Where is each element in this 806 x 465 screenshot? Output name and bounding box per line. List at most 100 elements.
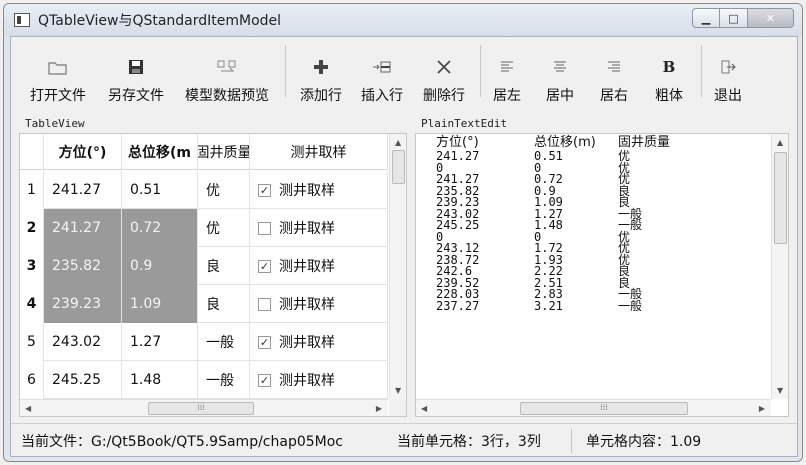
title-bar[interactable]: QTableView与QStandardItemModel ▁ □ ✕ (4, 4, 802, 36)
table-hscroll-thumb[interactable]: ⁞⁞⁞ (148, 402, 254, 415)
row-header[interactable]: 1 (20, 171, 44, 209)
cell-sample[interactable]: ✓ 测井取样 (250, 171, 388, 209)
table-vscroll-thumb[interactable] (392, 150, 405, 184)
row-header[interactable]: 4 (20, 285, 44, 323)
cell-azimuth[interactable]: 239.23 (44, 285, 122, 323)
table-row[interactable]: 3 235.82 0.9 良 ✓ 测井取样 (20, 247, 388, 285)
toolbar-separator (480, 45, 481, 97)
align-center-button[interactable]: 居中 (535, 45, 585, 105)
exit-icon (720, 55, 736, 79)
table-row[interactable]: 2 241.27 0.72 优 测井取样 (20, 209, 388, 247)
preview-model-button[interactable]: 模型数据预览 (175, 45, 279, 105)
window-controls: ▁ □ ✕ (692, 8, 794, 28)
scroll-down-icon[interactable]: ▼ (395, 386, 401, 395)
scroll-up-icon[interactable]: ▲ (777, 138, 783, 147)
table-view[interactable]: 方位(°) 总位移(m 固井质量 测井取样 1 241.27 0.51 优 ✓ 测井取样 2… (19, 133, 407, 417)
row-header[interactable]: 2 (20, 209, 44, 247)
scroll-down-icon[interactable]: ▼ (777, 386, 783, 395)
cell-displacement[interactable]: 1.09 (122, 285, 198, 323)
status-cell-content: 单元格内容：1.09 (586, 433, 702, 450)
unchecked-checkbox[interactable] (258, 297, 271, 311)
cell-displacement[interactable]: 1.48 (122, 361, 198, 399)
align-left-button[interactable]: 居左 (487, 45, 527, 105)
checked-checkbox[interactable]: ✓ (258, 373, 271, 387)
exit-button[interactable]: 退出 (708, 45, 748, 105)
scroll-up-icon[interactable]: ▲ (395, 138, 401, 147)
header-sample[interactable]: 测井取样 (250, 134, 388, 170)
cell-quality[interactable]: 良 (198, 247, 250, 285)
table-row[interactable]: 6 245.25 1.48 一般 ✓ 测井取样 (20, 361, 388, 399)
row-header[interactable]: 5 (20, 323, 44, 361)
cell-sample[interactable]: ✓ 测井取样 (250, 361, 388, 399)
header-displacement[interactable]: 总位移(m (122, 134, 198, 170)
table-horizontal-scrollbar[interactable]: ◀ ⁞⁞⁞ ▶ (20, 399, 388, 416)
minimize-button[interactable]: ▁ (692, 8, 720, 28)
plain-text-content[interactable]: 方位(°) 总位移(m) 固井质量 241.27 0.51 优 0 0 优 241.27 0.… (436, 134, 678, 312)
cell-azimuth[interactable]: 243.02 (44, 323, 122, 361)
corner-button[interactable] (20, 134, 44, 170)
table-vertical-scrollbar[interactable]: ▲ ▼ (389, 134, 406, 399)
text-line: 237.27 3.21 一般 (436, 298, 643, 313)
row-header[interactable]: 3 (20, 247, 44, 285)
checked-checkbox[interactable]: ✓ (258, 183, 271, 197)
toolbar-separator (701, 45, 702, 97)
cell-azimuth[interactable]: 241.27 (44, 209, 122, 247)
unchecked-checkbox[interactable] (258, 221, 271, 235)
table-row[interactable]: 1 241.27 0.51 优 ✓ 测井取样 (20, 171, 388, 209)
cell-displacement[interactable]: 1.27 (122, 323, 198, 361)
close-button[interactable]: ✕ (748, 8, 794, 28)
maximize-button[interactable]: □ (720, 8, 748, 28)
save-file-button[interactable]: 另存文件 (99, 45, 173, 105)
align-right-button[interactable]: 居右 (589, 45, 639, 105)
client-area: 打开文件 另存文件 模型数据预览 添加行 插入行 删除行 居左 居中 居右 B … (10, 36, 798, 457)
cell-sample-label: 测井取样 (279, 221, 335, 237)
delete-row-button[interactable]: 删除行 (414, 45, 474, 105)
row-header[interactable]: 6 (20, 361, 44, 399)
text-vscroll-thumb[interactable] (774, 152, 787, 244)
cell-displacement[interactable]: 0.51 (122, 171, 198, 209)
text-vertical-scrollbar[interactable]: ▲ ▼ (771, 134, 788, 399)
checked-checkbox[interactable]: ✓ (258, 259, 271, 273)
insert-row-button[interactable]: 插入行 (350, 45, 414, 105)
header-quality[interactable]: 固井质量 (198, 134, 250, 170)
table-header: 方位(°) 总位移(m 固井质量 测井取样 (20, 134, 388, 170)
checked-checkbox[interactable]: ✓ (258, 335, 271, 349)
scroll-left-icon[interactable]: ◀ (25, 404, 31, 413)
scroll-right-icon[interactable]: ▶ (759, 404, 765, 413)
toolbar: 打开文件 另存文件 模型数据预览 添加行 插入行 删除行 居左 居中 居右 B … (11, 37, 797, 113)
cell-sample[interactable]: ✓ 测井取样 (250, 247, 388, 285)
tableview-group-title: TableView (25, 117, 85, 130)
scroll-left-icon[interactable]: ◀ (421, 404, 427, 413)
cell-displacement[interactable]: 0.9 (122, 247, 198, 285)
folder-open-icon (48, 55, 68, 79)
cell-sample-label: 测井取样 (279, 297, 335, 313)
cell-sample[interactable]: 测井取样 (250, 209, 388, 247)
header-azimuth[interactable]: 方位(°) (44, 134, 122, 170)
add-row-button[interactable]: 添加行 (292, 45, 350, 105)
align-right-icon (607, 55, 621, 79)
save-icon (128, 55, 144, 79)
cell-quality[interactable]: 一般 (198, 361, 250, 399)
table-row[interactable]: 4 239.23 1.09 良 测井取样 (20, 285, 388, 323)
bold-button[interactable]: B 粗体 (643, 45, 695, 105)
cell-sample[interactable]: 测井取样 (250, 285, 388, 323)
cell-azimuth[interactable]: 235.82 (44, 247, 122, 285)
plain-text-edit[interactable]: 方位(°) 总位移(m) 固井质量 241.27 0.51 优 0 0 优 241.27 0.… (415, 133, 789, 417)
plaintext-group: PlainTextEdit 方位(°) 总位移(m) 固井质量 241.27 0.… (415, 117, 789, 417)
cell-azimuth[interactable]: 245.25 (44, 361, 122, 399)
text-hscroll-thumb[interactable]: ⁞⁞⁞ (520, 402, 688, 415)
toolbar-separator (285, 45, 286, 97)
table-row[interactable]: 5 243.02 1.27 一般 ✓ 测井取样 (20, 323, 388, 361)
open-file-button[interactable]: 打开文件 (21, 45, 95, 105)
text-horizontal-scrollbar[interactable]: ◀ ⁞⁞⁞ ▶ (416, 399, 771, 416)
cell-quality[interactable]: 一般 (198, 323, 250, 361)
cell-sample[interactable]: ✓ 测井取样 (250, 323, 388, 361)
cell-quality[interactable]: 优 (198, 209, 250, 247)
cell-quality[interactable]: 优 (198, 171, 250, 209)
cell-displacement[interactable]: 0.72 (122, 209, 198, 247)
plaintext-group-title: PlainTextEdit (421, 117, 508, 130)
scroll-right-icon[interactable]: ▶ (376, 404, 382, 413)
status-current-file: 当前文件：G:/Qt5Book/QT5.9Samp/chap05Moc (21, 433, 343, 450)
cell-azimuth[interactable]: 241.27 (44, 171, 122, 209)
cell-quality[interactable]: 良 (198, 285, 250, 323)
